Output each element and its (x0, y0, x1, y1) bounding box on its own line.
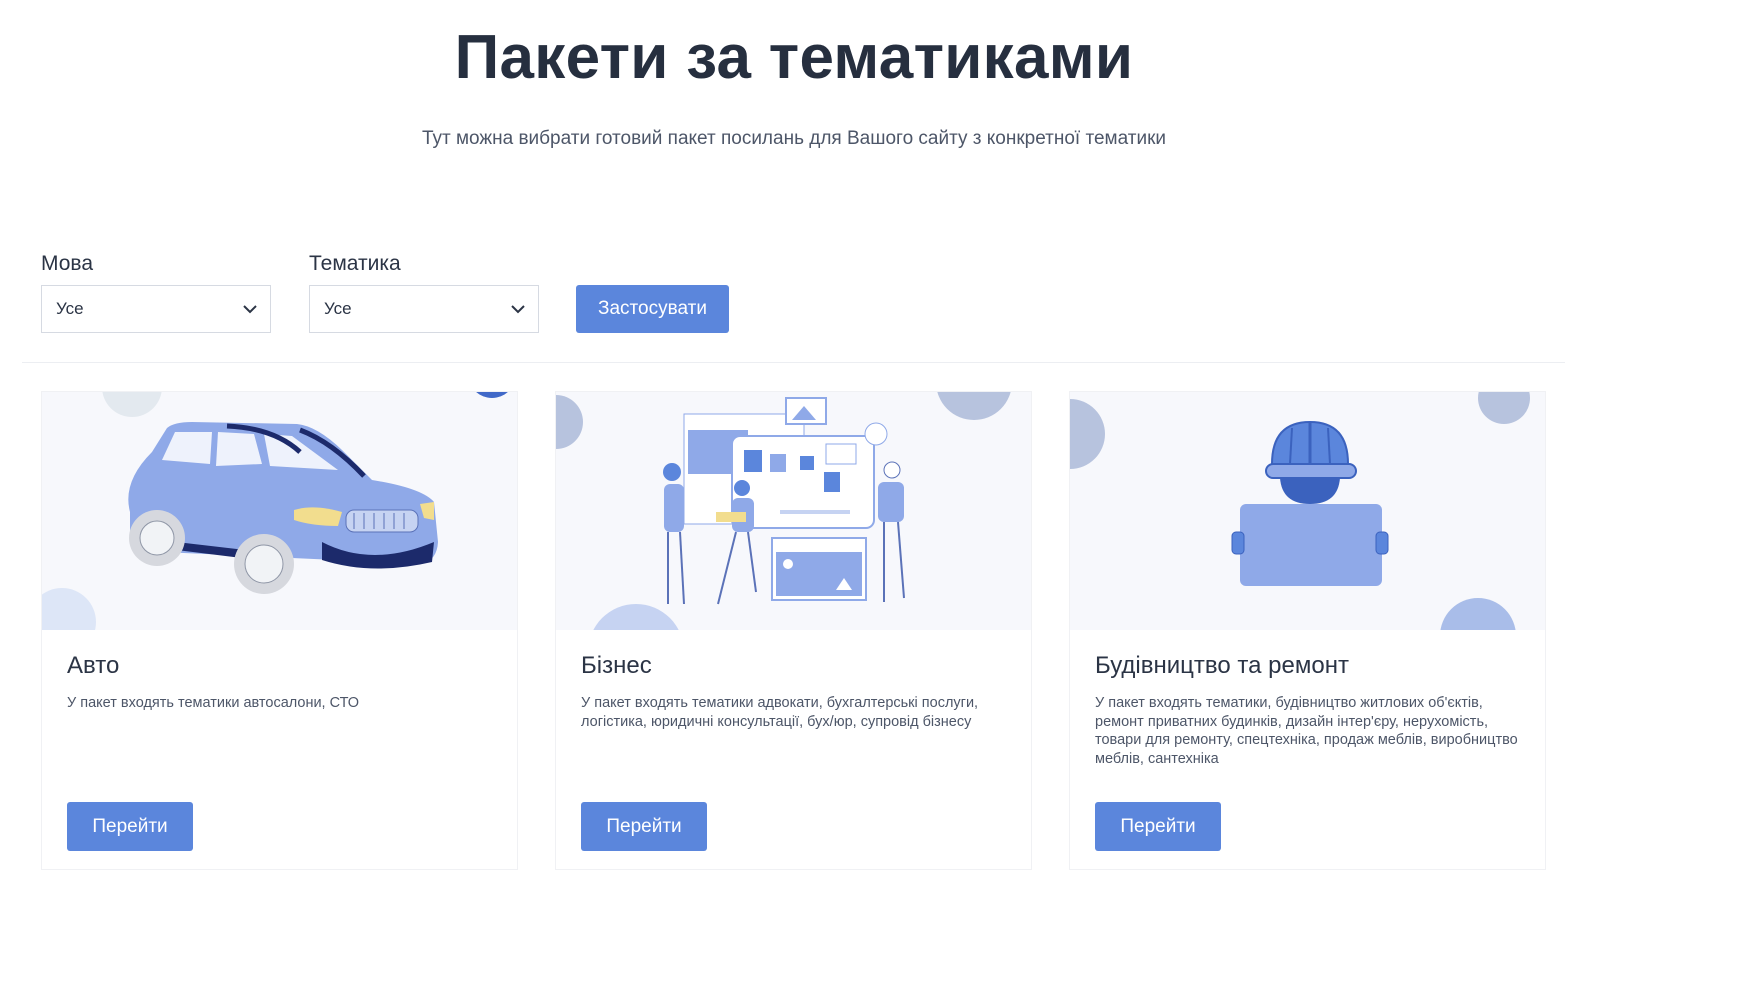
package-card-business: Бізнес У пакет входять тематики адвокати… (555, 391, 1032, 870)
topic-filter-label: Тематика (309, 252, 401, 275)
card-description: У пакет входять тематики, будівництво жи… (1095, 695, 1518, 767)
card-title: Бізнес (581, 652, 652, 679)
language-filter: Мова Усе (41, 250, 271, 333)
business-team-illustration (556, 392, 1011, 630)
package-card-auto: Авто У пакет входять тематики автосалони… (41, 391, 518, 870)
card-image (556, 392, 1031, 630)
language-select-value: Усе (56, 299, 84, 318)
chevron-down-icon (511, 305, 525, 314)
card-description: У пакет входять тематики адвокати, бухга… (581, 695, 979, 730)
topic-filter: Тематика Усе (309, 250, 539, 333)
topic-select[interactable]: Усе (309, 285, 539, 333)
divider (22, 362, 1565, 363)
go-button-business[interactable]: Перейти (581, 802, 707, 851)
package-card-construction: Будівництво та ремонт У пакет входять те… (1069, 391, 1546, 870)
apply-button[interactable]: Застосувати (576, 285, 729, 333)
go-button-auto[interactable]: Перейти (67, 802, 193, 851)
language-select[interactable]: Усе (41, 285, 271, 333)
language-filter-label: Мова (41, 252, 94, 275)
card-title: Авто (67, 652, 120, 679)
page-title: Пакети за тематиками (454, 23, 1134, 92)
topic-select-value: Усе (324, 299, 352, 318)
car-illustration (42, 392, 508, 630)
builder-helmet-illustration (1070, 392, 1530, 630)
card-image (42, 392, 517, 630)
card-description: У пакет входять тематики автосалони, СТО (67, 695, 360, 711)
card-title: Будівництво та ремонт (1095, 652, 1349, 679)
chevron-down-icon (243, 305, 257, 314)
page-subtitle: Тут можна вибрати готовий пакет посилань… (421, 128, 1167, 149)
go-button-construction[interactable]: Перейти (1095, 802, 1221, 851)
card-image (1070, 392, 1545, 630)
